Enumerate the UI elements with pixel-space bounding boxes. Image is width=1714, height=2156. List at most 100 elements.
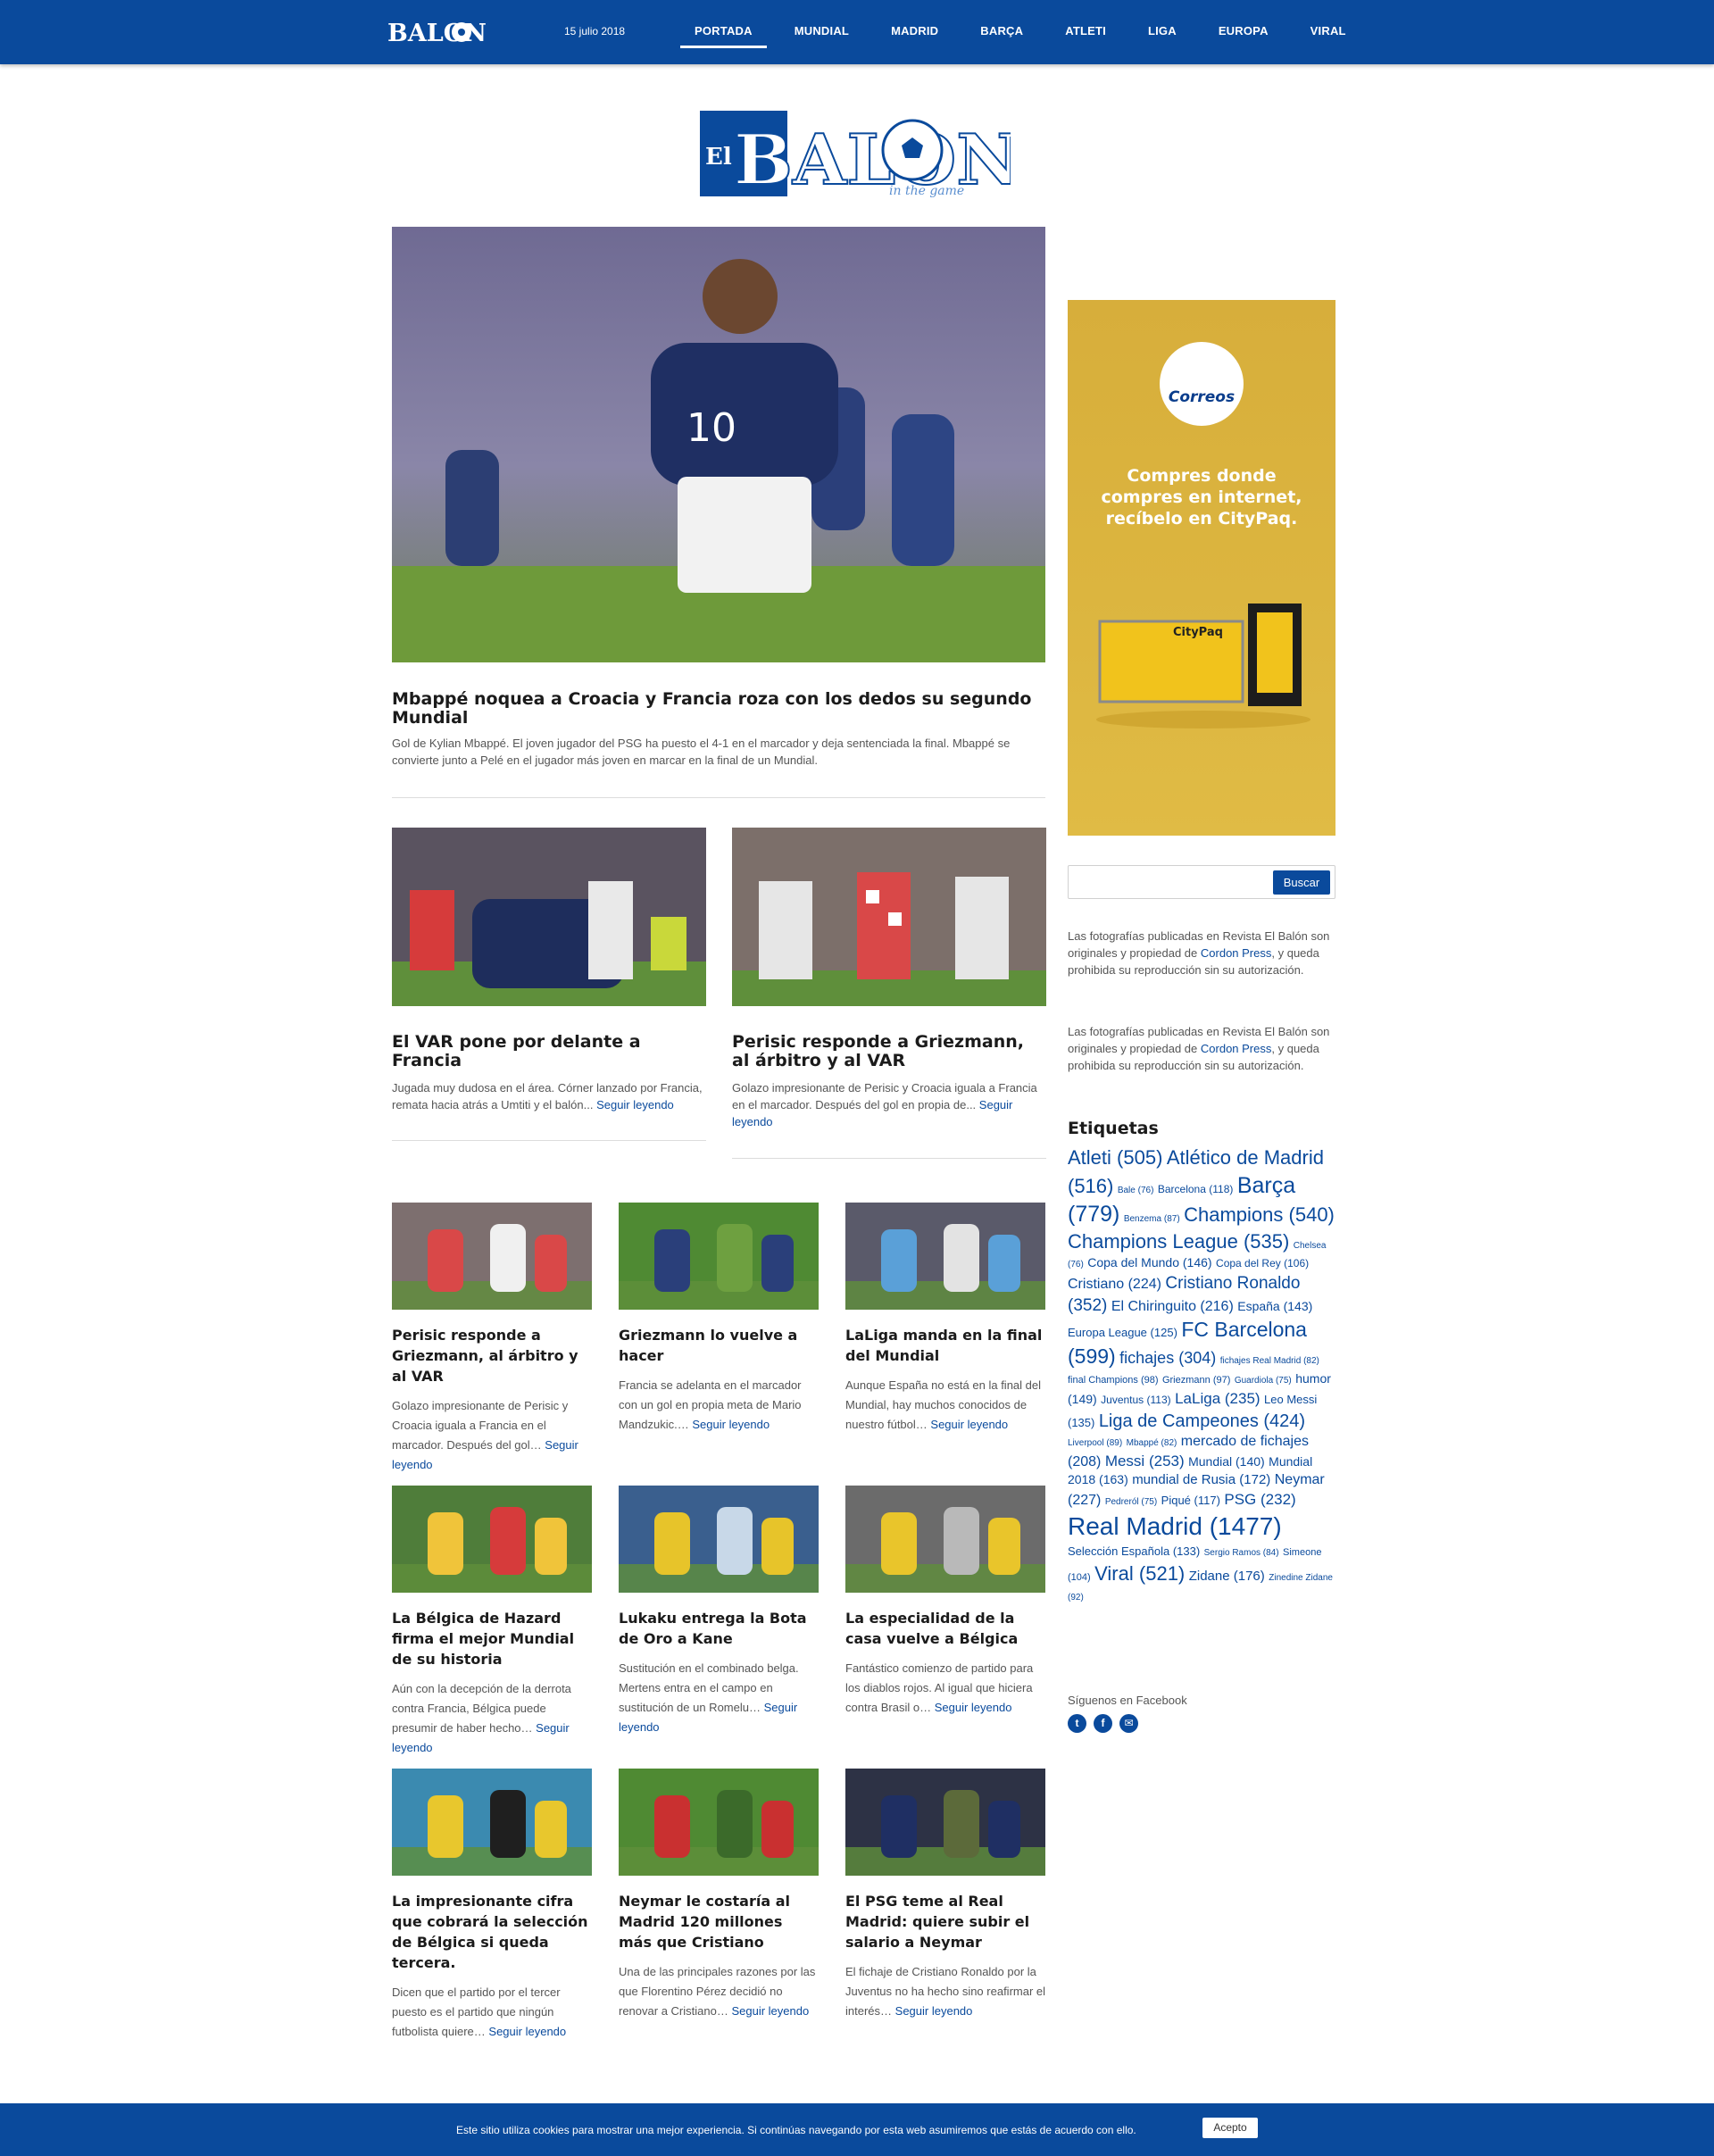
tag-link[interactable]: Mbappé (82) bbox=[1127, 1438, 1177, 1448]
tag-link[interactable]: mundial de Rusia (172) bbox=[1132, 1472, 1270, 1487]
article-card-image[interactable] bbox=[619, 1486, 819, 1593]
article-card-title[interactable]: El PSG teme al Real Madrid: quiere subir… bbox=[845, 1891, 1045, 1952]
tag-link[interactable]: Juventus (113) bbox=[1101, 1394, 1171, 1406]
tag-link[interactable]: PSG (232) bbox=[1224, 1491, 1295, 1508]
tag-link[interactable]: Benzema (87) bbox=[1124, 1214, 1180, 1224]
logo-balon: BALON bbox=[734, 120, 1011, 198]
tag-link[interactable]: LaLiga (235) bbox=[1175, 1390, 1260, 1407]
article-card-title[interactable]: La especialidad de la casa vuelve a Bélg… bbox=[845, 1608, 1045, 1649]
tag-link[interactable]: Piqué (117) bbox=[1161, 1494, 1220, 1507]
tag-link[interactable]: Griezmann (97) bbox=[1162, 1375, 1230, 1386]
tag-link[interactable]: Liga de Campeones (424) bbox=[1099, 1411, 1305, 1431]
article-card-image[interactable] bbox=[392, 1203, 592, 1310]
citypaq-locker: CityPaq bbox=[1096, 604, 1310, 728]
tag-link[interactable]: final Champions (98) bbox=[1068, 1375, 1159, 1386]
article-card-title[interactable]: Perisic responde a Griezmann, al árbitro… bbox=[392, 1325, 592, 1386]
tag-link[interactable]: Champions (540) bbox=[1184, 1203, 1335, 1226]
search-input[interactable] bbox=[1072, 870, 1269, 895]
read-more-link[interactable]: Seguir leyendo bbox=[596, 1098, 674, 1111]
tag-link[interactable]: Bale (76) bbox=[1118, 1186, 1154, 1195]
twitter-icon[interactable]: t bbox=[1068, 1714, 1086, 1733]
article-card: La impresionante cifra que cobrará la se… bbox=[392, 1769, 592, 2042]
tag-link[interactable]: Zidane (176) bbox=[1189, 1569, 1265, 1584]
nav-item-madrid[interactable]: MADRID bbox=[877, 0, 953, 64]
nav-item-liga[interactable]: LIGA bbox=[1134, 0, 1191, 64]
read-more-link[interactable]: Seguir leyendo bbox=[692, 1418, 770, 1431]
cookie-bar: Este sitio utiliza cookies para mostrar … bbox=[0, 2103, 1714, 2156]
logo-tagline: in the game bbox=[889, 184, 964, 198]
article-card: Griezmann lo vuelve a hacer Francia se ad… bbox=[619, 1203, 819, 1435]
read-more-link[interactable]: Seguir leyendo bbox=[930, 1418, 1008, 1431]
article-card-image[interactable] bbox=[845, 1486, 1045, 1593]
correos-badge: Correos bbox=[1160, 342, 1244, 426]
tag-link[interactable]: fichajes Real Madrid (82) bbox=[1220, 1356, 1319, 1366]
tag-link[interactable]: El Chiringuito (216) bbox=[1111, 1299, 1234, 1314]
read-more-link[interactable]: Seguir leyendo bbox=[935, 1701, 1012, 1714]
article-card-title[interactable]: La impresionante cifra que cobrará la se… bbox=[392, 1891, 592, 1973]
facebook-icon[interactable]: f bbox=[1094, 1714, 1112, 1733]
tag-link[interactable]: Atleti (505) bbox=[1068, 1146, 1162, 1169]
article-card-title[interactable]: La Bélgica de Hazard firma el mejor Mund… bbox=[392, 1608, 592, 1669]
featured-card-image[interactable] bbox=[392, 828, 706, 1006]
nav-item-mundial[interactable]: MUNDIAL bbox=[780, 0, 863, 64]
article-card-title[interactable]: Lukaku entrega la Bota de Oro a Kane bbox=[619, 1608, 819, 1649]
email-icon[interactable]: ✉ bbox=[1119, 1714, 1138, 1733]
tag-link[interactable]: Barcelona (118) bbox=[1158, 1183, 1234, 1195]
tag-link[interactable]: Real Madrid (1477) bbox=[1068, 1512, 1282, 1540]
tag-link[interactable]: Copa del Mundo (146) bbox=[1087, 1255, 1211, 1269]
search-button[interactable]: Buscar bbox=[1273, 870, 1330, 895]
tag-link[interactable]: Copa del Rey (106) bbox=[1216, 1257, 1309, 1269]
featured-card-excerpt: Jugada muy dudosa en el área. Córner lan… bbox=[392, 1081, 703, 1111]
tag-link[interactable]: Guardiola (75) bbox=[1235, 1376, 1292, 1386]
nav-item-viral[interactable]: VIRAL bbox=[1296, 0, 1360, 64]
article-card-excerpt: Golazo impresionante de Perisic y Croaci… bbox=[392, 1399, 578, 1471]
tag-link[interactable]: Messi (253) bbox=[1105, 1453, 1185, 1469]
nav-item-barça[interactable]: BARÇA bbox=[966, 0, 1037, 64]
tag-link[interactable]: Cristiano (224) bbox=[1068, 1277, 1161, 1292]
featured-card-image[interactable] bbox=[732, 828, 1046, 1006]
read-more-link[interactable]: Seguir leyendo bbox=[488, 2025, 566, 2038]
tag-link[interactable]: Liverpool (89) bbox=[1068, 1438, 1122, 1448]
article-card-excerpt: Aunque España no está en la final del Mu… bbox=[845, 1378, 1042, 1431]
cookie-accept-button[interactable]: Acepto bbox=[1202, 2118, 1258, 2138]
nav-item-portada[interactable]: PORTADA bbox=[680, 0, 767, 64]
article-card-image[interactable] bbox=[392, 1769, 592, 1876]
article-card-excerpt: Dicen que el partido por el tercer puest… bbox=[392, 1985, 567, 2038]
el-balon-logo[interactable]: El BALON in the game bbox=[700, 109, 1011, 198]
read-more-link[interactable]: Seguir leyendo bbox=[895, 2004, 973, 2018]
article-card-image[interactable] bbox=[619, 1769, 819, 1876]
article-card: Neymar le costaría al Madrid 120 millone… bbox=[619, 1769, 819, 2021]
article-card-image[interactable] bbox=[392, 1486, 592, 1593]
tag-link[interactable]: Champions League (535) bbox=[1068, 1230, 1289, 1253]
tag-link[interactable]: fichajes (304) bbox=[1119, 1349, 1216, 1367]
hero-title[interactable]: Mbappé noquea a Croacia y Francia roza c… bbox=[392, 690, 1045, 728]
featured-card-title[interactable]: Perisic responde a Griezmann, al árbitro… bbox=[732, 1033, 1046, 1070]
tag-link[interactable]: Europa League (125) bbox=[1068, 1326, 1177, 1339]
tag-link[interactable]: Mundial (140) bbox=[1188, 1454, 1265, 1469]
cordon-press-link[interactable]: Cordon Press bbox=[1201, 946, 1271, 960]
cordon-press-link[interactable]: Cordon Press bbox=[1201, 1042, 1271, 1055]
article-card-image[interactable] bbox=[845, 1769, 1045, 1876]
nav-item-europa[interactable]: EUROPA bbox=[1204, 0, 1283, 64]
featured-card-title[interactable]: El VAR pone por delante a Francia bbox=[392, 1033, 706, 1070]
read-more-link[interactable]: Seguir leyendo bbox=[731, 2004, 809, 2018]
article-card: El PSG teme al Real Madrid: quiere subir… bbox=[845, 1769, 1045, 2021]
search-box: Buscar bbox=[1068, 865, 1335, 899]
main-nav: PORTADA MUNDIAL MADRID BARÇA ATLETI LIGA EUROP… bbox=[680, 0, 1374, 64]
site-mini-logo[interactable]: BALON bbox=[386, 14, 505, 50]
article-card-image[interactable] bbox=[619, 1203, 819, 1310]
article-card-excerpt: Sustitución en el combinado belga. Merte… bbox=[619, 1661, 799, 1734]
article-card-title[interactable]: Griezmann lo vuelve a hacer bbox=[619, 1325, 819, 1366]
article-card: La especialidad de la casa vuelve a Bélg… bbox=[845, 1486, 1045, 1718]
hero-image[interactable]: 10 bbox=[392, 227, 1045, 662]
tag-link[interactable]: España (143) bbox=[1237, 1299, 1312, 1313]
tag-link[interactable]: Pedreról (75) bbox=[1105, 1497, 1157, 1507]
correos-ad[interactable]: Correos Compres donde compres en interne… bbox=[1068, 300, 1335, 836]
article-card-title[interactable]: LaLiga manda en la final del Mundial bbox=[845, 1325, 1045, 1366]
tag-link[interactable]: Sergio Ramos (84) bbox=[1204, 1548, 1279, 1558]
tag-link[interactable]: Viral (521) bbox=[1094, 1562, 1185, 1585]
nav-item-atleti[interactable]: ATLETI bbox=[1051, 0, 1120, 64]
tag-link[interactable]: Selección Española (133) bbox=[1068, 1544, 1200, 1558]
article-card-image[interactable] bbox=[845, 1203, 1045, 1310]
article-card-title[interactable]: Neymar le costaría al Madrid 120 millone… bbox=[619, 1891, 819, 1952]
